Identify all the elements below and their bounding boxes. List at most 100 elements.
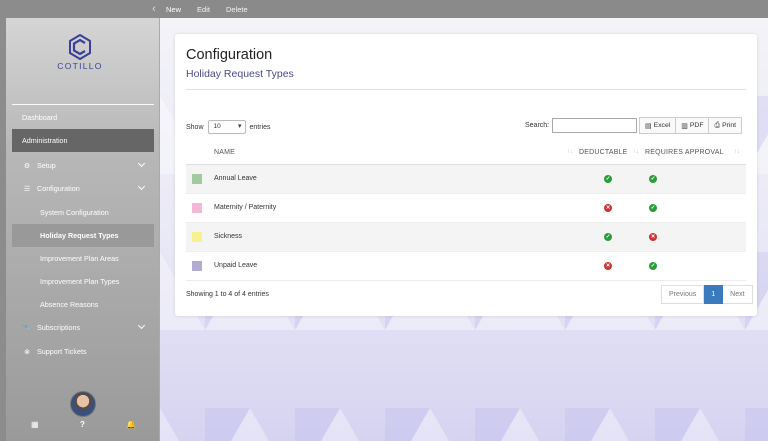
sidebar-item-absence-reasons[interactable]: Absence Reasons bbox=[12, 293, 154, 316]
entries-length-control: Show 10 entries bbox=[186, 120, 271, 134]
table-row[interactable]: Annual Leave ✓ ✓ bbox=[186, 164, 746, 194]
brand-name: COTILLO bbox=[57, 61, 103, 71]
sidebar-item-label: Subscriptions bbox=[37, 323, 81, 332]
table-row[interactable]: Maternity / Paternity ✕ ✓ bbox=[186, 193, 746, 223]
search-input[interactable] bbox=[552, 118, 638, 133]
print-button[interactable]: ⎙ Print bbox=[709, 117, 743, 134]
deductable-column-label: DEDUCTABLE bbox=[579, 149, 628, 157]
wrench-icon: 🔧 bbox=[22, 324, 32, 332]
check-circle-icon: ✓ bbox=[604, 232, 612, 241]
color-cell bbox=[186, 164, 214, 194]
pagination: Previous 1 Next bbox=[661, 285, 753, 304]
delete-menu-item[interactable]: Delete bbox=[226, 5, 248, 14]
requires-approval-column-header[interactable]: REQUIRES APPROVAL ↑↓ bbox=[645, 142, 746, 165]
table-header-row: NAME ↑↓ DEDUCTABLE ↑↓ REQUIRES APPROVAL … bbox=[186, 142, 746, 165]
sidebar-item-administration[interactable]: Administration bbox=[12, 129, 154, 152]
sidebar-item-label: Administration bbox=[22, 136, 68, 145]
sidebar-item-label: Configuration bbox=[37, 184, 80, 193]
sidebar-item-label: Dashboard bbox=[22, 113, 58, 122]
entries-label: entries bbox=[249, 123, 271, 131]
export-buttons: ▤ Excel ▥ PDF ⎙ Print bbox=[639, 117, 743, 134]
name-column-label: NAME bbox=[214, 149, 236, 157]
sidebar-item-setup[interactable]: ⚙ Setup bbox=[12, 154, 154, 177]
table-row[interactable]: Unpaid Leave ✕ ✓ bbox=[186, 251, 746, 281]
excel-label: Excel bbox=[653, 122, 671, 129]
color-cell bbox=[186, 222, 214, 252]
page-1-button[interactable]: 1 bbox=[704, 285, 724, 304]
user-avatar[interactable] bbox=[70, 391, 96, 417]
support-icon: ⊗ bbox=[24, 348, 30, 356]
brand-logo[interactable]: COTILLO bbox=[50, 34, 110, 74]
list-icon: ☰ bbox=[23, 185, 31, 193]
sidebar-item-label: Holiday Request Types bbox=[40, 231, 119, 240]
excel-file-icon: ▤ bbox=[645, 122, 652, 130]
cotillo-logo-icon bbox=[69, 34, 91, 60]
sidebar-item-improvement-plan-areas[interactable]: Improvement Plan Areas bbox=[12, 247, 154, 270]
deductable-cell: ✓ bbox=[579, 222, 645, 252]
sidebar-item-dashboard[interactable]: Dashboard bbox=[12, 106, 154, 129]
chevron-down-icon bbox=[137, 182, 146, 191]
excel-button[interactable]: ▤ Excel bbox=[639, 117, 677, 134]
name-cell: Annual Leave bbox=[214, 164, 579, 194]
name-cell: Sickness bbox=[214, 222, 579, 252]
deductable-cell: ✕ bbox=[579, 251, 645, 281]
cross-circle-icon: ✕ bbox=[604, 203, 612, 212]
next-page-button[interactable]: Next bbox=[723, 285, 753, 304]
color-swatch bbox=[192, 260, 202, 271]
name-column-header[interactable]: NAME ↑↓ bbox=[214, 142, 579, 165]
page-title: Configuration bbox=[186, 47, 273, 63]
pdf-button[interactable]: ▥ PDF bbox=[676, 117, 710, 134]
apps-icon[interactable]: ▦ bbox=[31, 420, 39, 429]
sort-icon: ↑↓ bbox=[566, 149, 573, 155]
requires-approval-cell: ✓ bbox=[645, 164, 746, 194]
requires-approval-cell: ✓ bbox=[645, 251, 746, 281]
previous-page-button[interactable]: Previous bbox=[661, 285, 705, 304]
sidebar-item-support-tickets[interactable]: ⊗ Support Tickets bbox=[12, 340, 154, 363]
color-column-header bbox=[186, 142, 214, 165]
configuration-card: Configuration Holiday Request Types Show… bbox=[175, 34, 757, 316]
sidebar-item-holiday-request-types[interactable]: Holiday Request Types bbox=[12, 224, 154, 247]
sidebar-item-subscriptions[interactable]: 🔧 Subscriptions bbox=[12, 316, 154, 339]
deductable-column-header[interactable]: DEDUCTABLE ↑↓ bbox=[579, 142, 645, 165]
search-control: Search: bbox=[525, 118, 638, 133]
table-body: Annual Leave ✓ ✓ Maternity / Paternity ✕ ✓ Sic… bbox=[186, 164, 746, 281]
toolbar-menu: New Edit Delete bbox=[166, 0, 264, 18]
deductable-cell: ✕ bbox=[579, 193, 645, 223]
sort-icon: ↑↓ bbox=[632, 149, 639, 155]
sidebar-item-label: Absence Reasons bbox=[40, 300, 99, 309]
title-divider bbox=[186, 89, 746, 90]
deductable-cell: ✓ bbox=[579, 164, 645, 194]
cross-circle-icon: ✕ bbox=[604, 261, 612, 270]
bell-icon[interactable]: 🔔 bbox=[126, 420, 136, 429]
sidebar-collapse-icon[interactable]: ‹ bbox=[148, 2, 160, 16]
pdf-label: PDF bbox=[689, 122, 704, 129]
new-menu-item[interactable]: New bbox=[166, 5, 181, 14]
sidebar-item-improvement-plan-types[interactable]: Improvement Plan Types bbox=[12, 270, 154, 293]
requires-approval-cell: ✕ bbox=[645, 222, 746, 252]
requires-approval-cell: ✓ bbox=[645, 193, 746, 223]
table-row[interactable]: Sickness ✓ ✕ bbox=[186, 222, 746, 252]
table-info: Showing 1 to 4 of 4 entries bbox=[186, 291, 269, 298]
help-icon[interactable]: ? bbox=[80, 420, 85, 429]
sidebar-item-label: Support Tickets bbox=[37, 347, 87, 356]
gear-icon: ⚙ bbox=[23, 162, 31, 170]
holiday-types-table: NAME ↑↓ DEDUCTABLE ↑↓ REQUIRES APPROVAL … bbox=[186, 142, 746, 281]
sidebar-item-label: Setup bbox=[37, 161, 56, 170]
pdf-file-icon: ▥ bbox=[681, 122, 688, 130]
sidebar-item-system-configuration[interactable]: System Configuration bbox=[12, 201, 154, 224]
sidebar-item-configuration[interactable]: ☰ Configuration bbox=[12, 177, 154, 200]
sidebar-item-label: System Configuration bbox=[40, 208, 109, 217]
chevron-down-icon bbox=[137, 159, 146, 168]
sidebar-item-label: Improvement Plan Areas bbox=[40, 254, 119, 263]
print-label: Print bbox=[722, 122, 737, 129]
check-circle-icon: ✓ bbox=[604, 174, 612, 183]
printer-icon: ⎙ bbox=[714, 121, 721, 129]
cross-circle-icon: ✕ bbox=[649, 232, 657, 241]
check-circle-icon: ✓ bbox=[649, 203, 657, 212]
edit-menu-item[interactable]: Edit bbox=[197, 5, 210, 14]
entries-select[interactable]: 10 bbox=[207, 120, 246, 134]
color-cell bbox=[186, 251, 214, 281]
chevron-down-icon bbox=[137, 321, 146, 330]
show-label: Show bbox=[186, 123, 204, 131]
search-label: Search: bbox=[525, 122, 550, 129]
